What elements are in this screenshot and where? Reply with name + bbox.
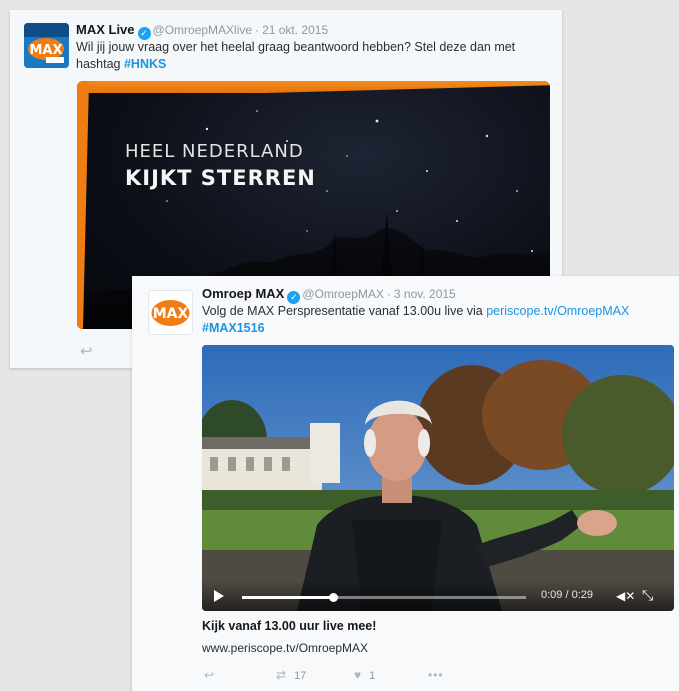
video-frame xyxy=(202,345,674,611)
video-player[interactable]: 0:09 / 0:29 ◀✕ ⤡ xyxy=(202,345,674,611)
tweet-text: Wil jij jouw vraag over het heelal graag… xyxy=(76,39,556,73)
separator: · xyxy=(255,23,260,37)
reply-icon[interactable]: ↩ xyxy=(204,668,214,682)
tweet-actions: ↩ xyxy=(80,342,93,361)
video-controls: 0:09 / 0:29 ◀✕ ⤡ xyxy=(202,581,674,611)
more-options-icon[interactable]: ••• xyxy=(428,668,444,682)
hashtag-link[interactable]: #HNKS xyxy=(124,57,166,71)
video-progress-fill xyxy=(242,596,333,599)
tweet-actions: ↩ ⇄ 17 ♥ 1 ••• xyxy=(204,668,504,686)
play-icon[interactable] xyxy=(214,590,224,602)
image-headline-line2: KIJKT STERREN xyxy=(125,166,316,190)
like-count: 1 xyxy=(369,670,376,682)
timestamp[interactable]: 21 okt. 2015 xyxy=(262,23,328,37)
retweet-icon: ⇄ xyxy=(276,668,287,682)
retweet-button[interactable]: ⇄ 17 xyxy=(276,668,306,682)
video-progress-handle[interactable] xyxy=(328,593,338,602)
avatar[interactable]: MAX xyxy=(24,23,69,68)
handle[interactable]: @OmroepMAXlive xyxy=(153,23,253,37)
tweet-text: Volg de MAX Perspresentatie vanaf 13.00u… xyxy=(202,303,672,337)
max-logo-icon: MAX xyxy=(149,291,192,334)
image-headline-line1: HEEL NEDERLAND xyxy=(125,141,304,162)
display-name[interactable]: MAX Live xyxy=(76,22,135,37)
tweet-card-omroep-max[interactable]: MAX Omroep MAX ✓ @OmroepMAX · 3 nov. 2015 Vo… xyxy=(132,276,679,691)
fullscreen-icon[interactable]: ⤡ xyxy=(642,587,653,604)
svg-text:MAX: MAX xyxy=(29,43,62,58)
reply-icon[interactable]: ↩ xyxy=(80,343,93,360)
hashtag-link[interactable]: #MAX1516 xyxy=(202,321,265,335)
retweet-count: 17 xyxy=(294,670,307,682)
mute-icon[interactable]: ◀✕ xyxy=(616,589,635,603)
card-title[interactable]: Kijk vanaf 13.00 uur live mee! xyxy=(202,619,376,633)
tweet-header: Omroep MAX ✓ @OmroepMAX · 3 nov. 2015 xyxy=(202,286,456,304)
tweet-header: MAX Live ✓ @OmroepMAXlive · 21 okt. 2015 xyxy=(76,22,328,40)
image-headline: HEEL NEDERLAND KIJKT STERREN xyxy=(125,141,316,190)
card-url[interactable]: www.periscope.tv/OmroepMAX xyxy=(202,641,368,655)
avatar[interactable]: MAX xyxy=(148,290,193,335)
heart-icon: ♥ xyxy=(354,668,362,682)
video-progress[interactable] xyxy=(242,593,526,602)
like-button[interactable]: ♥ 1 xyxy=(354,668,375,682)
separator: · xyxy=(386,287,391,301)
max-logo-icon: MAX xyxy=(24,23,69,68)
timestamp[interactable]: 3 nov. 2015 xyxy=(394,287,456,301)
handle[interactable]: @OmroepMAX xyxy=(302,287,384,301)
periscope-link[interactable]: periscope.tv/OmroepMAX xyxy=(486,304,629,318)
svg-text:MAX: MAX xyxy=(153,306,189,322)
display-name[interactable]: Omroep MAX xyxy=(202,286,284,301)
tweet-body: Volg de MAX Perspresentatie vanaf 13.00u… xyxy=(202,304,487,318)
video-time: 0:09 / 0:29 xyxy=(541,589,593,601)
